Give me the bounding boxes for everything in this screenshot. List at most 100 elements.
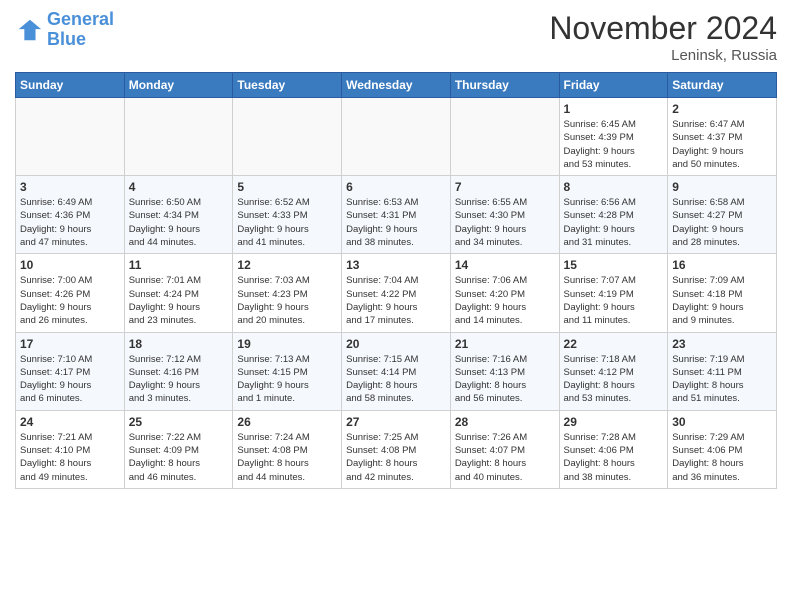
th-friday: Friday — [559, 73, 668, 98]
logo: General Blue — [15, 10, 114, 50]
day-info: Sunrise: 7:24 AM Sunset: 4:08 PM Dayligh… — [237, 431, 337, 484]
day-info: Sunrise: 7:13 AM Sunset: 4:15 PM Dayligh… — [237, 353, 337, 406]
day-number: 27 — [346, 415, 446, 429]
calendar-cell: 24 Sunrise: 7:21 AM Sunset: 4:10 PM Dayli… — [16, 410, 125, 488]
calendar-cell: 22Sunrise: 7:18 AM Sunset: 4:12 PM Dayli… — [559, 332, 668, 410]
day-number: 3 — [20, 180, 120, 194]
day-info: Sunrise: 6:50 AM Sunset: 4:34 PM Dayligh… — [129, 196, 229, 249]
day-info: Sunrise: 7:06 AM Sunset: 4:20 PM Dayligh… — [455, 274, 555, 327]
calendar-cell — [342, 98, 451, 176]
day-number: 8 — [564, 180, 664, 194]
calendar-cell: 5Sunrise: 6:52 AM Sunset: 4:33 PM Daylig… — [233, 176, 342, 254]
day-info: Sunrise: 7:18 AM Sunset: 4:12 PM Dayligh… — [564, 353, 664, 406]
day-info: Sunrise: 7:19 AM Sunset: 4:11 PM Dayligh… — [672, 353, 772, 406]
calendar-week-5: 24 Sunrise: 7:21 AM Sunset: 4:10 PM Dayli… — [16, 410, 777, 488]
calendar-week-3: 10 Sunrise: 7:00 AM Sunset: 4:26 PM Dayli… — [16, 254, 777, 332]
calendar-cell: 16 Sunrise: 7:09 AM Sunset: 4:18 PM Dayli… — [668, 254, 777, 332]
day-info: Sunrise: 6:47 AM Sunset: 4:37 PM Dayligh… — [672, 118, 772, 171]
calendar-cell: 15 Sunrise: 7:07 AM Sunset: 4:19 PM Dayli… — [559, 254, 668, 332]
day-info: Sunrise: 7:09 AM Sunset: 4:18 PM Dayligh… — [672, 274, 772, 327]
calendar-cell — [233, 98, 342, 176]
day-number: 30 — [672, 415, 772, 429]
day-number: 9 — [672, 180, 772, 194]
calendar-cell: 12Sunrise: 7:03 AM Sunset: 4:23 PM Dayli… — [233, 254, 342, 332]
month-title: November 2024 — [549, 10, 777, 47]
day-info: Sunrise: 7:04 AM Sunset: 4:22 PM Dayligh… — [346, 274, 446, 327]
day-info: Sunrise: 7:12 AM Sunset: 4:16 PM Dayligh… — [129, 353, 229, 406]
day-number: 26 — [237, 415, 337, 429]
th-wednesday: Wednesday — [342, 73, 451, 98]
day-info: Sunrise: 6:56 AM Sunset: 4:28 PM Dayligh… — [564, 196, 664, 249]
day-number: 21 — [455, 337, 555, 351]
day-number: 28 — [455, 415, 555, 429]
day-info: Sunrise: 7:28 AM Sunset: 4:06 PM Dayligh… — [564, 431, 664, 484]
day-number: 23 — [672, 337, 772, 351]
calendar-cell: 19 Sunrise: 7:13 AM Sunset: 4:15 PM Dayli… — [233, 332, 342, 410]
day-info: Sunrise: 7:15 AM Sunset: 4:14 PM Dayligh… — [346, 353, 446, 406]
day-number: 24 — [20, 415, 120, 429]
logo-icon — [15, 16, 43, 44]
day-info: Sunrise: 7:03 AM Sunset: 4:23 PM Dayligh… — [237, 274, 337, 327]
day-info: Sunrise: 6:45 AM Sunset: 4:39 PM Dayligh… — [564, 118, 664, 171]
calendar-cell — [124, 98, 233, 176]
calendar-cell: 27 Sunrise: 7:25 AM Sunset: 4:08 PM Dayli… — [342, 410, 451, 488]
header: General Blue November 2024 Leninsk, Russ… — [15, 10, 777, 64]
calendar-cell: 25Sunrise: 7:22 AM Sunset: 4:09 PM Dayli… — [124, 410, 233, 488]
calendar-cell: 28 Sunrise: 7:26 AM Sunset: 4:07 PM Dayli… — [450, 410, 559, 488]
logo-line1: General — [47, 9, 114, 29]
day-info: Sunrise: 7:21 AM Sunset: 4:10 PM Dayligh… — [20, 431, 120, 484]
logo-text: General Blue — [47, 10, 114, 50]
logo-line2: Blue — [47, 30, 114, 50]
th-thursday: Thursday — [450, 73, 559, 98]
calendar-cell: 21 Sunrise: 7:16 AM Sunset: 4:13 PM Dayli… — [450, 332, 559, 410]
calendar-cell: 20 Sunrise: 7:15 AM Sunset: 4:14 PM Dayli… — [342, 332, 451, 410]
day-number: 5 — [237, 180, 337, 194]
day-number: 1 — [564, 102, 664, 116]
calendar-cell: 14 Sunrise: 7:06 AM Sunset: 4:20 PM Dayli… — [450, 254, 559, 332]
day-number: 15 — [564, 258, 664, 272]
calendar-cell: 26 Sunrise: 7:24 AM Sunset: 4:08 PM Dayli… — [233, 410, 342, 488]
th-sunday: Sunday — [16, 73, 125, 98]
calendar-week-1: 1 Sunrise: 6:45 AM Sunset: 4:39 PM Daylig… — [16, 98, 777, 176]
calendar-cell: 18 Sunrise: 7:12 AM Sunset: 4:16 PM Dayli… — [124, 332, 233, 410]
title-block: November 2024 Leninsk, Russia — [549, 10, 777, 64]
calendar-header: Sunday Monday Tuesday Wednesday Thursday… — [16, 73, 777, 98]
th-monday: Monday — [124, 73, 233, 98]
day-info: Sunrise: 7:16 AM Sunset: 4:13 PM Dayligh… — [455, 353, 555, 406]
day-number: 14 — [455, 258, 555, 272]
calendar-cell: 8 Sunrise: 6:56 AM Sunset: 4:28 PM Daylig… — [559, 176, 668, 254]
day-info: Sunrise: 7:07 AM Sunset: 4:19 PM Dayligh… — [564, 274, 664, 327]
day-number: 29 — [564, 415, 664, 429]
day-number: 20 — [346, 337, 446, 351]
header-row: Sunday Monday Tuesday Wednesday Thursday… — [16, 73, 777, 98]
th-saturday: Saturday — [668, 73, 777, 98]
calendar-cell: 17 Sunrise: 7:10 AM Sunset: 4:17 PM Dayli… — [16, 332, 125, 410]
calendar-cell: 23 Sunrise: 7:19 AM Sunset: 4:11 PM Dayli… — [668, 332, 777, 410]
day-number: 13 — [346, 258, 446, 272]
calendar-cell: 11Sunrise: 7:01 AM Sunset: 4:24 PM Dayli… — [124, 254, 233, 332]
th-tuesday: Tuesday — [233, 73, 342, 98]
calendar-cell — [450, 98, 559, 176]
calendar-cell: 6Sunrise: 6:53 AM Sunset: 4:31 PM Daylig… — [342, 176, 451, 254]
calendar-cell: 3Sunrise: 6:49 AM Sunset: 4:36 PM Daylig… — [16, 176, 125, 254]
day-number: 25 — [129, 415, 229, 429]
calendar-cell — [16, 98, 125, 176]
day-number: 6 — [346, 180, 446, 194]
day-info: Sunrise: 7:26 AM Sunset: 4:07 PM Dayligh… — [455, 431, 555, 484]
calendar-cell: 2Sunrise: 6:47 AM Sunset: 4:37 PM Daylig… — [668, 98, 777, 176]
calendar-body: 1 Sunrise: 6:45 AM Sunset: 4:39 PM Daylig… — [16, 98, 777, 489]
day-info: Sunrise: 7:00 AM Sunset: 4:26 PM Dayligh… — [20, 274, 120, 327]
page: General Blue November 2024 Leninsk, Russ… — [0, 0, 792, 612]
calendar-cell: 29 Sunrise: 7:28 AM Sunset: 4:06 PM Dayli… — [559, 410, 668, 488]
calendar-cell: 4 Sunrise: 6:50 AM Sunset: 4:34 PM Daylig… — [124, 176, 233, 254]
day-info: Sunrise: 7:10 AM Sunset: 4:17 PM Dayligh… — [20, 353, 120, 406]
day-number: 17 — [20, 337, 120, 351]
day-info: Sunrise: 7:25 AM Sunset: 4:08 PM Dayligh… — [346, 431, 446, 484]
calendar-cell: 9 Sunrise: 6:58 AM Sunset: 4:27 PM Daylig… — [668, 176, 777, 254]
day-number: 4 — [129, 180, 229, 194]
day-number: 10 — [20, 258, 120, 272]
day-number: 16 — [672, 258, 772, 272]
day-number: 18 — [129, 337, 229, 351]
day-number: 19 — [237, 337, 337, 351]
day-info: Sunrise: 6:58 AM Sunset: 4:27 PM Dayligh… — [672, 196, 772, 249]
